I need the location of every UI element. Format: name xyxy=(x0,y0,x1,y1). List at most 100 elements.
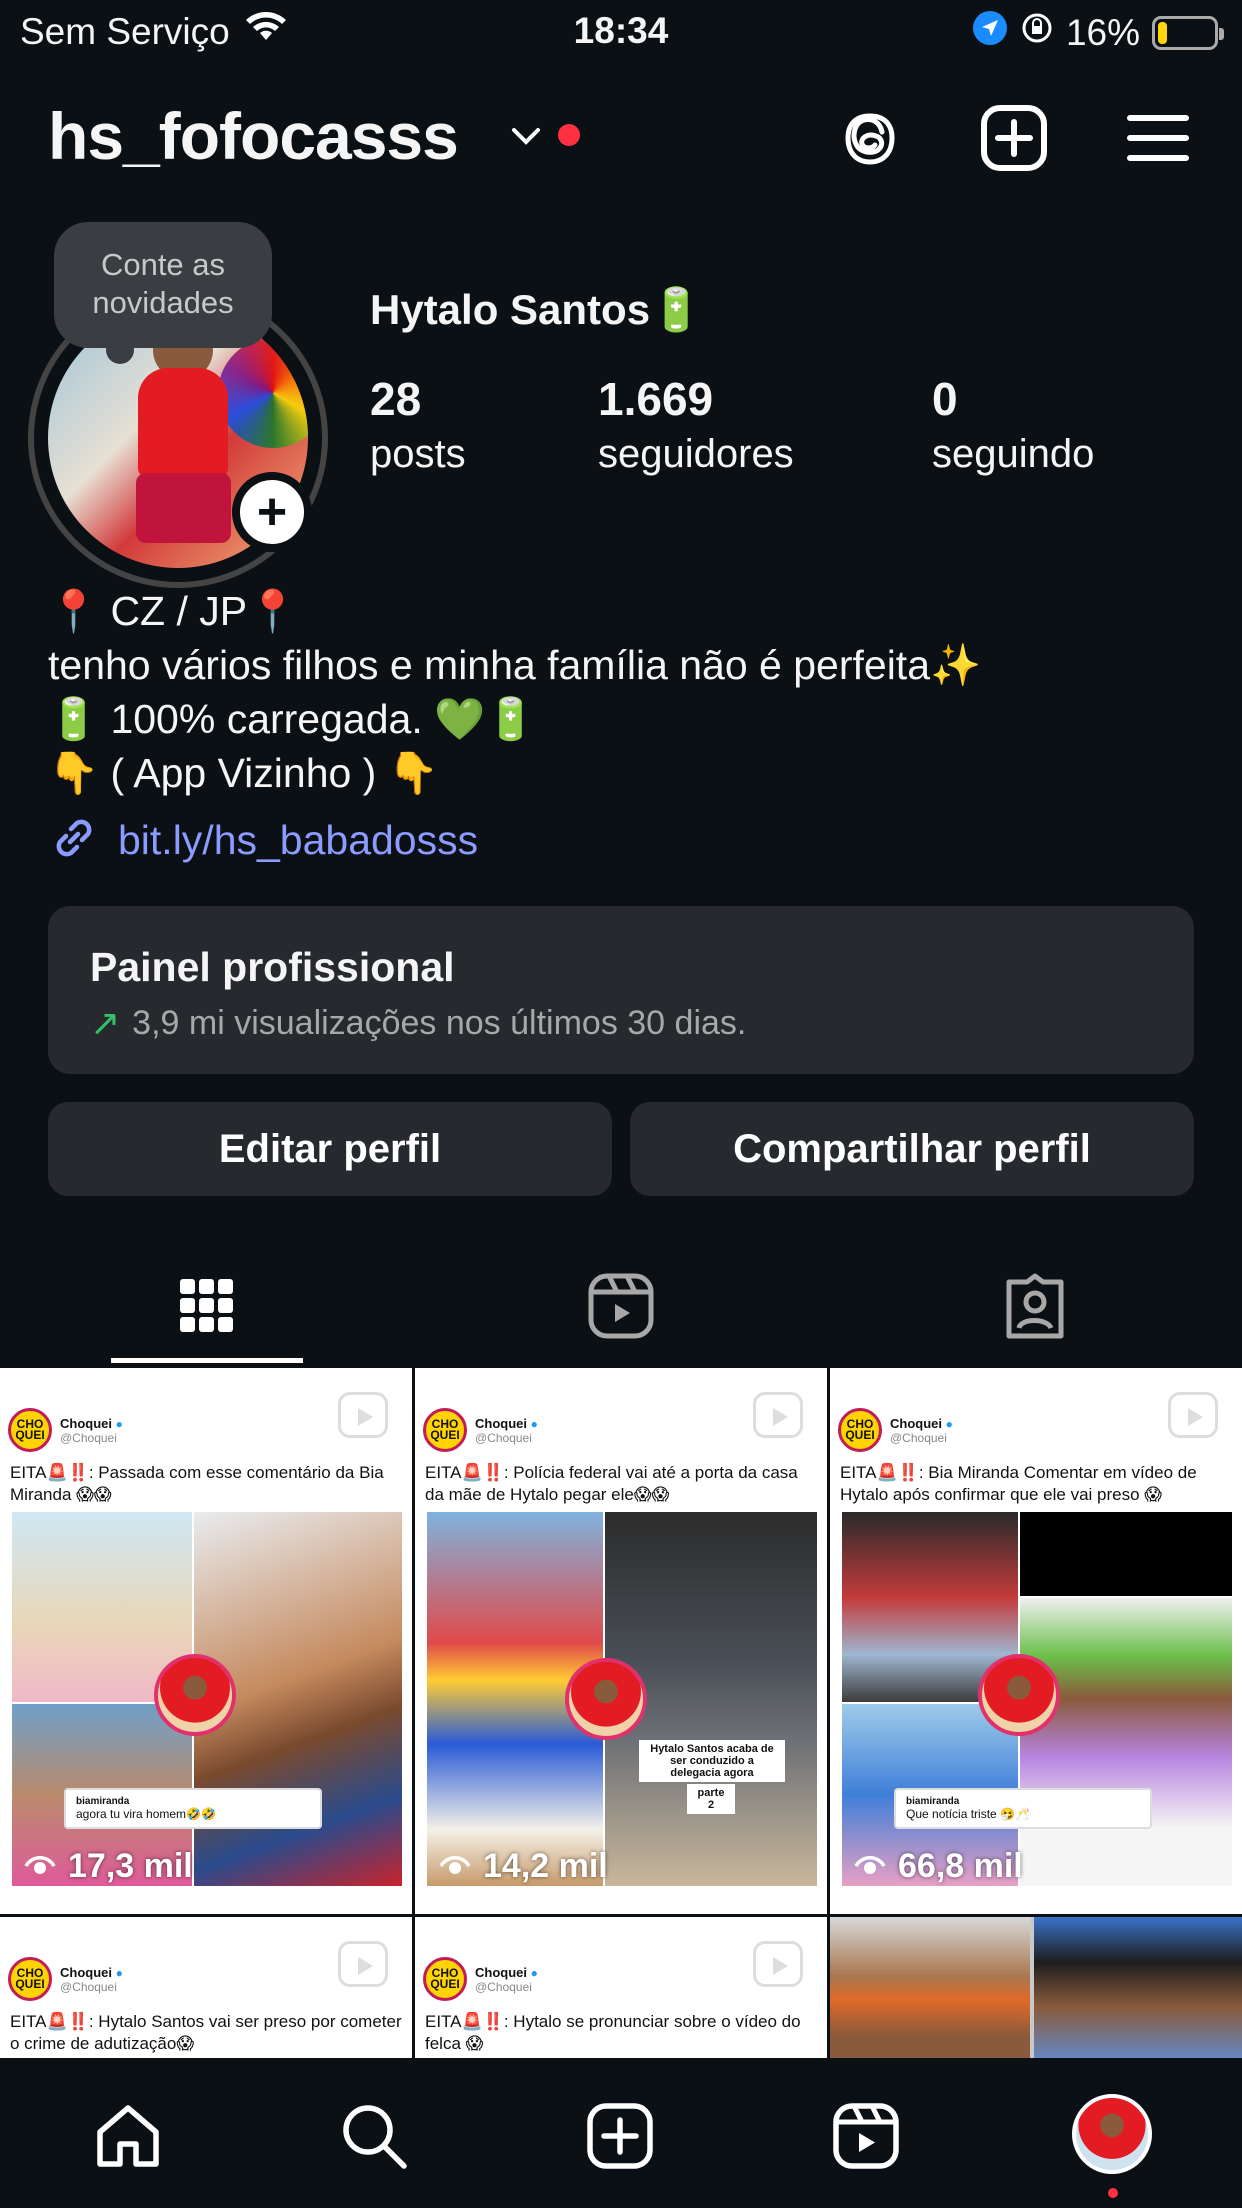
author-name: Choquei ● xyxy=(890,1415,953,1431)
verified-icon: ● xyxy=(530,1965,538,1980)
post-caption: EITA🚨‼️: Polícia federal vai até a porta… xyxy=(425,1463,798,1504)
create-icon[interactable] xyxy=(584,2100,656,2172)
tagged-icon xyxy=(1001,1272,1069,1345)
tab-reels[interactable] xyxy=(414,1250,828,1366)
reel-badge-icon xyxy=(753,1941,803,1987)
post-tile[interactable] xyxy=(830,1917,1242,2058)
edit-profile-button[interactable]: Editar perfil xyxy=(48,1102,612,1196)
post-image: biamiranda agora tu vira homem🤣🤣 xyxy=(12,1512,402,1886)
comment-text: agora tu vira homem🤣🤣 xyxy=(76,1807,216,1821)
author-name: Choquei ● xyxy=(60,1415,123,1431)
post-caption: EITA🚨‼️: Hytalo se pronunciar sobre o ví… xyxy=(425,2012,801,2053)
comment-user: biamiranda xyxy=(906,1796,960,1807)
post-image: biamiranda Que notícia triste 🤧🥂 xyxy=(842,1512,1232,1886)
share-profile-button[interactable]: Compartilhar perfil xyxy=(630,1102,1194,1196)
stat-value: 0 xyxy=(932,373,958,425)
post-caption: EITA🚨‼️: Hytalo Santos vai ser preso por… xyxy=(10,2012,402,2053)
verified-icon: ● xyxy=(115,1416,123,1431)
search-icon[interactable] xyxy=(338,2100,410,2172)
post-author: CHO QUEI Choquei ● @Choquei xyxy=(423,1957,538,2001)
reel-badge-icon xyxy=(338,1941,388,1987)
notification-dot xyxy=(1108,2188,1118,2198)
link-icon xyxy=(48,812,100,869)
home-icon[interactable] xyxy=(92,2100,164,2172)
views-text: 17,3 mil xyxy=(68,1847,193,1885)
comment-text: Que notícia triste 🤧🥂 xyxy=(906,1807,1030,1821)
bio-line: tenho vários filhos e minha família não … xyxy=(48,642,982,688)
choquei-logo-icon: CHO QUEI xyxy=(838,1408,882,1452)
dashboard-title: Painel profissional xyxy=(90,944,455,990)
reel-badge-icon xyxy=(1168,1392,1218,1438)
author-name: Choquei ● xyxy=(60,1964,123,1980)
professional-dashboard[interactable]: Painel profissional ↗ 3,9 mi visualizaçõ… xyxy=(48,906,1194,1074)
profile-tabs xyxy=(0,1250,1242,1366)
views-text: 14,2 mil xyxy=(483,1847,608,1885)
stat-label: seguindo xyxy=(932,432,1095,476)
eye-icon xyxy=(22,1844,58,1889)
grid-icon xyxy=(178,1277,236,1340)
overlay-avatar xyxy=(978,1654,1060,1736)
dashboard-views: 3,9 mi visualizações nos últimos 30 dias… xyxy=(132,1003,747,1042)
post-image: Hytalo Santos acaba de ser conduzido a d… xyxy=(427,1512,817,1886)
post-tile[interactable]: CHO QUEI Choquei ● @Choquei EITA🚨‼️: Bia … xyxy=(830,1368,1242,1914)
bio: 📍 CZ / JP📍 tenho vários filhos e minha f… xyxy=(48,584,1208,800)
author-name: Choquei ● xyxy=(475,1415,538,1431)
rotation-lock-icon xyxy=(1020,11,1054,54)
profile-header: hs_fofocasss xyxy=(0,96,1242,176)
comment-card: biamiranda Que notícia triste 🤧🥂 xyxy=(894,1788,1152,1829)
battery-icon xyxy=(1152,15,1224,50)
status-right: 16% xyxy=(972,10,1224,55)
post-tile[interactable]: CHO QUEI Choquei ● @Choquei EITA🚨‼️: Polí… xyxy=(415,1368,827,1914)
stat-label: posts xyxy=(370,432,466,476)
post-author: CHO QUEI Choquei ● @Choquei xyxy=(423,1408,538,1452)
post-tile[interactable]: CHO QUEI Choquei ● @Choquei EITA🚨‼️: Pass… xyxy=(0,1368,412,1914)
tab-tagged[interactable] xyxy=(828,1250,1242,1366)
battery-percent: 16% xyxy=(1065,11,1140,53)
post-tile[interactable]: CHO QUEI Choquei ● @Choquei EITA🚨‼️: Hyta… xyxy=(415,1917,827,2058)
menu-icon[interactable] xyxy=(1122,102,1194,174)
bio-link[interactable]: bit.ly/hs_babadosss xyxy=(48,812,478,869)
reels-icon xyxy=(587,1272,655,1345)
tab-grid[interactable] xyxy=(0,1250,414,1366)
view-count: 66,8 mil xyxy=(852,1844,1023,1889)
view-count: 14,2 mil xyxy=(437,1844,608,1889)
stat-following[interactable]: 0 seguindo xyxy=(932,372,1094,477)
verified-icon: ● xyxy=(530,1416,538,1431)
post-author: CHO QUEI Choquei ● @Choquei xyxy=(838,1408,953,1452)
choquei-logo-icon: CHO QUEI xyxy=(423,1408,467,1452)
post-tile[interactable]: CHO QUEI Choquei ● @Choquei EITA🚨‼️: Hyta… xyxy=(0,1917,412,2058)
eye-icon xyxy=(852,1844,888,1889)
add-story-icon[interactable]: + xyxy=(232,472,312,552)
author-handle: @Choquei xyxy=(475,1979,532,1994)
new-post-icon[interactable] xyxy=(978,102,1050,174)
author-handle: @Choquei xyxy=(60,1979,117,1994)
trend-up-icon: ↗ xyxy=(90,1002,121,1043)
reels-nav-icon[interactable] xyxy=(830,2100,902,2172)
comment-user: biamiranda xyxy=(76,1796,130,1807)
stat-label: seguidores xyxy=(598,432,794,476)
status-bar: Sem Serviço 18:34 16% xyxy=(0,0,1242,64)
post-caption: EITA🚨‼️: Bia Miranda Comentar em vídeo d… xyxy=(840,1463,1197,1504)
choquei-logo-icon: CHO QUEI xyxy=(8,1408,52,1452)
video-overlay-part: parte 2 xyxy=(687,1784,735,1814)
view-count: 17,3 mil xyxy=(22,1844,193,1889)
stat-posts[interactable]: 28 posts xyxy=(370,372,466,477)
threads-icon[interactable] xyxy=(834,102,906,174)
eye-icon xyxy=(437,1844,473,1889)
choquei-logo-icon: CHO QUEI xyxy=(423,1957,467,2001)
post-caption: EITA🚨‼️: Passada com esse comentário da … xyxy=(10,1463,384,1504)
author-handle: @Choquei xyxy=(60,1430,117,1445)
chevron-down-icon[interactable] xyxy=(508,118,544,159)
active-tab-indicator xyxy=(111,1358,303,1363)
author-name: Choquei ● xyxy=(475,1964,538,1980)
dashboard-subtitle: ↗ 3,9 mi visualizações nos últimos 30 di… xyxy=(90,1002,746,1044)
note-bubble[interactable]: Conte as novidades xyxy=(54,222,272,364)
stat-followers[interactable]: 1.669 seguidores xyxy=(598,372,794,477)
profile-nav-avatar[interactable] xyxy=(1072,2094,1152,2174)
account-switcher[interactable]: hs_fofocasss xyxy=(48,98,459,174)
link-text[interactable]: bit.ly/hs_babadosss xyxy=(118,817,478,864)
verified-icon: ● xyxy=(115,1965,123,1980)
post-author: CHO QUEI Choquei ● @Choquei xyxy=(8,1408,123,1452)
comment-card: biamiranda agora tu vira homem🤣🤣 xyxy=(64,1788,322,1829)
author-handle: @Choquei xyxy=(890,1430,947,1445)
